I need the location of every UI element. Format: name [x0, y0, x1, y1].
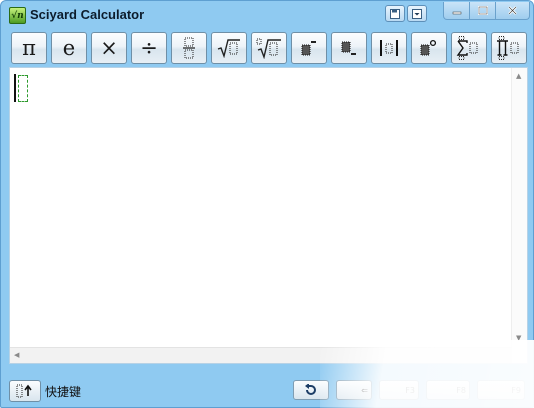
f8-button[interactable]: F8	[426, 380, 470, 400]
scroll-up-icon[interactable]: ▲	[516, 72, 521, 80]
close-icon	[508, 6, 517, 15]
fraction-button[interactable]	[171, 32, 207, 64]
close-button[interactable]	[495, 2, 530, 20]
expression-editor[interactable]: ▲ ▼ ◀	[9, 67, 528, 364]
app-logo-icon: √n	[9, 7, 26, 24]
divide-button[interactable]: ÷	[131, 32, 167, 64]
pi-button[interactable]: π	[11, 32, 47, 64]
menu-dropdown-button[interactable]	[407, 5, 427, 22]
fraction-icon	[183, 37, 195, 59]
nth-root-button[interactable]	[251, 32, 287, 64]
undo-icon	[305, 384, 316, 395]
chevron-down-icon	[412, 8, 422, 19]
maximize-button[interactable]	[469, 2, 496, 20]
absolute-value-button[interactable]	[371, 32, 407, 64]
pi-symbol: π	[22, 35, 36, 60]
save-button[interactable]	[385, 5, 405, 22]
undo-button[interactable]	[293, 380, 329, 400]
arrow-left-icon: ⇐	[361, 385, 368, 395]
multiply-symbol: ×	[100, 35, 118, 60]
absolute-value-icon	[380, 40, 398, 56]
superscript-button[interactable]	[291, 32, 327, 64]
status-bar: 快捷键 ⇐ F3 F8 F9	[1, 373, 533, 407]
input-cursor	[14, 74, 28, 102]
window-title: Sciyard Calculator	[30, 7, 145, 22]
euler-button[interactable]: e	[51, 32, 87, 64]
summation-icon	[456, 36, 478, 60]
shortcut-button[interactable]	[9, 380, 41, 402]
insert-left-button[interactable]: ⇐	[336, 380, 372, 400]
keyboard-shortcut-icon	[16, 384, 32, 398]
minimize-icon	[452, 11, 461, 14]
floppy-disk-icon	[390, 8, 400, 19]
divide-symbol: ÷	[140, 35, 158, 60]
scroll-left-icon[interactable]: ◀	[14, 351, 19, 359]
nth-root-icon	[256, 38, 281, 59]
degree-icon	[420, 39, 437, 56]
product-icon	[497, 36, 519, 60]
symbol-toolbar: π e × ÷	[9, 32, 529, 64]
f3-button[interactable]: F3	[379, 380, 419, 400]
shortcut-label: 快捷键	[45, 385, 82, 399]
euler-symbol: e	[62, 35, 76, 60]
minimize-button[interactable]	[443, 2, 470, 20]
f9-key-label: F9	[511, 385, 521, 395]
f8-key-label: F8	[456, 385, 466, 395]
scroll-down-icon[interactable]: ▼	[516, 334, 521, 342]
calculator-window: √n Sciyard Calculator π e × ÷ ▲ ▼ ◀ 快捷键 …	[0, 0, 534, 408]
degree-button[interactable]	[411, 32, 447, 64]
f9-button[interactable]: F9	[477, 380, 525, 400]
multiply-button[interactable]: ×	[91, 32, 127, 64]
square-root-button[interactable]	[211, 32, 247, 64]
title-bar[interactable]: √n Sciyard Calculator	[1, 1, 533, 29]
f3-key-label: F3	[405, 385, 415, 395]
text-caret	[14, 74, 16, 102]
vertical-scrollbar[interactable]: ▲ ▼	[511, 68, 527, 347]
subscript-button[interactable]	[331, 32, 367, 64]
superscript-icon	[301, 41, 316, 56]
maximize-icon	[477, 5, 488, 15]
subscript-icon	[341, 41, 356, 55]
horizontal-scrollbar[interactable]: ◀	[10, 347, 512, 363]
summation-button[interactable]	[451, 32, 487, 64]
empty-placeholder-box	[18, 75, 28, 102]
square-root-icon	[217, 39, 240, 58]
product-button[interactable]	[491, 32, 527, 64]
